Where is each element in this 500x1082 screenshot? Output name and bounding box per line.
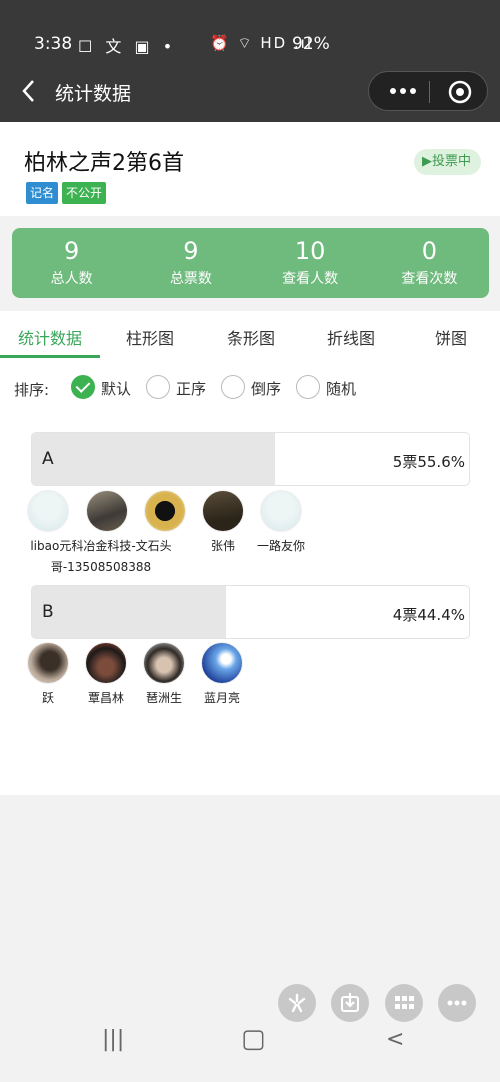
sort-label: 排序: — [14, 381, 50, 399]
option-b-progress — [32, 586, 227, 638]
close-miniprogram-icon[interactable] — [447, 79, 473, 105]
download-icon — [341, 993, 359, 1012]
option-a-progress — [32, 433, 275, 485]
sort-default-radio[interactable] — [71, 375, 95, 399]
sort-descending-label[interactable]: 倒序 — [251, 378, 281, 399]
stat-viewers: 10 查看人数 — [251, 228, 370, 298]
sparkle-button[interactable] — [278, 984, 316, 1022]
tag-private: 不公开 — [62, 182, 107, 204]
sort-default-label[interactable]: 默认 — [101, 378, 131, 399]
more-icon — [447, 1000, 467, 1006]
stat-label: 查看人数 — [282, 271, 339, 287]
status-time: 3:38 — [34, 34, 73, 54]
tab-column-chart[interactable]: 柱形图 — [126, 325, 174, 349]
sparkle-icon — [288, 993, 306, 1013]
option-a-result: A 5票55.6% — [31, 432, 470, 486]
page-title: 统计数据 — [55, 83, 132, 105]
stat-label: 总人数 — [50, 271, 93, 287]
vote-header: 柏林之声2第6首 ▶投票中 记名 不公开 — [0, 122, 500, 216]
stat-total-votes: 9 总票数 — [131, 228, 250, 298]
avatar — [85, 642, 127, 684]
vote-title: 柏林之声2第6首 — [24, 151, 184, 176]
voter-name: 蓝月亮 — [203, 691, 240, 705]
grid-icon — [395, 996, 414, 1009]
stat-value: 9 — [63, 237, 80, 265]
tab-pie-chart[interactable]: 饼图 — [435, 325, 467, 349]
option-result: 4票44.4% — [392, 606, 465, 624]
recent-apps-button[interactable]: ||| — [102, 1027, 124, 1052]
back-icon[interactable] — [18, 76, 40, 106]
notification-icons: ☐ 文 ▣ • — [78, 37, 177, 56]
download-button[interactable] — [331, 984, 369, 1022]
sort-ascending-label[interactable]: 正序 — [176, 378, 206, 399]
stat-total-people: 9 总人数 — [12, 228, 131, 298]
active-tab-indicator — [0, 355, 100, 358]
voter-name: 一路友你 — [256, 539, 305, 553]
stat-value: 10 — [294, 237, 326, 265]
avatar — [144, 490, 186, 532]
sort-descending-radio[interactable] — [221, 375, 245, 399]
avatar — [201, 642, 243, 684]
stat-label: 查看次数 — [401, 271, 458, 287]
option-b-result: B 4票44.4% — [31, 585, 470, 639]
stat-label: 总票数 — [169, 271, 212, 287]
stat-value: 0 — [421, 237, 438, 265]
avatar — [86, 490, 128, 532]
option-name: A — [42, 449, 54, 469]
vote-status-badge: ▶投票中 — [414, 149, 481, 175]
system-back-button[interactable]: < — [386, 1027, 404, 1052]
tag-named: 记名 — [26, 182, 59, 204]
miniprogram-capsule — [368, 71, 488, 111]
more-icon[interactable] — [383, 80, 423, 102]
more-button[interactable] — [438, 984, 476, 1022]
tab-line-chart[interactable]: 折线图 — [327, 325, 375, 349]
grid-button[interactable] — [385, 984, 423, 1022]
option-result: 5票55.6% — [392, 453, 465, 471]
capsule-divider — [429, 81, 430, 103]
statistics-panel: 排序: 默认 正序 倒序 随机 A 5票55.6% libao元科冶金科技-文石… — [0, 359, 500, 795]
sort-random-radio[interactable] — [296, 375, 320, 399]
navbar: 统计数据 — [0, 62, 500, 122]
status-bar: 3:38 ☐ 文 ▣ • ⏰ ⌔ HD .ıl 92% — [0, 0, 500, 62]
home-button[interactable]: ▢ — [241, 1024, 266, 1054]
avatar — [260, 490, 302, 532]
sort-random-label[interactable]: 随机 — [326, 378, 356, 399]
avatar — [143, 642, 185, 684]
voter-name: libao元科冶金科技-文石头哥-13508508388 — [30, 539, 172, 574]
voter[interactable]: 蓝月亮 — [182, 642, 262, 709]
stat-value: 9 — [183, 237, 199, 265]
tab-bar: 统计数据 柱形图 条形图 折线图 饼图 — [0, 311, 500, 359]
battery-level: 92% — [292, 34, 330, 54]
avatar — [27, 642, 69, 684]
stats-card: 9 总人数 9 总票数 10 查看人数 0 查看次数 — [12, 228, 489, 298]
avatar — [202, 490, 244, 532]
tab-statistics[interactable]: 统计数据 — [18, 325, 82, 349]
option-name: B — [42, 602, 54, 622]
stat-views: 0 查看次数 — [370, 228, 489, 298]
sort-ascending-radio[interactable] — [146, 375, 170, 399]
tab-bar-chart[interactable]: 条形图 — [227, 325, 275, 349]
voter[interactable]: 一路友你 — [241, 490, 321, 557]
